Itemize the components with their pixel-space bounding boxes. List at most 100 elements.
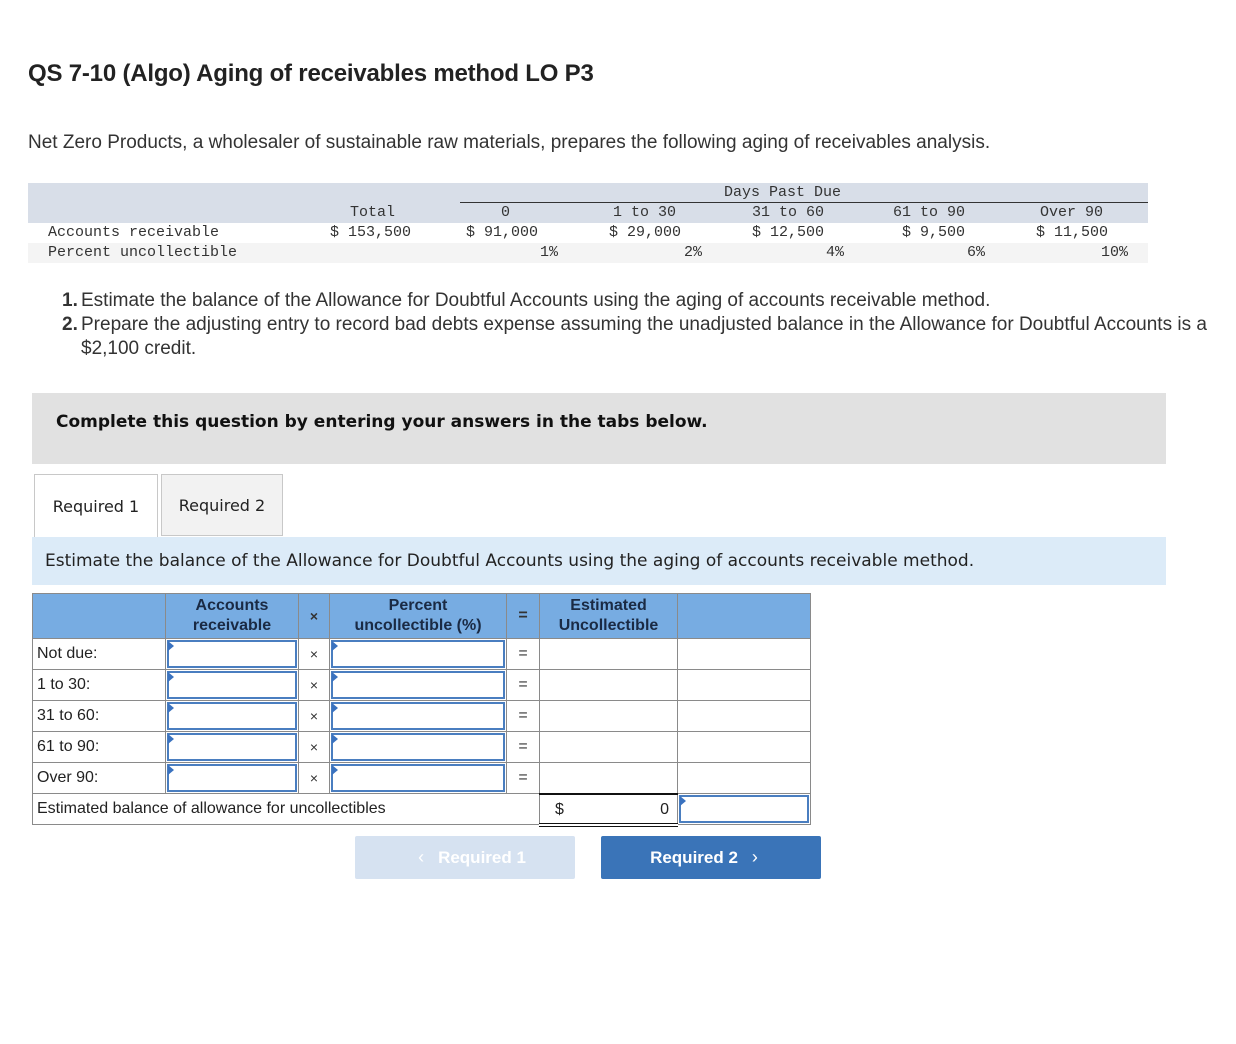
chevron-left-icon: ‹ (418, 847, 425, 867)
requirement-prompt: Estimate the balance of the Allowance fo… (32, 537, 1166, 585)
ar-1-30: $ 29,000 (609, 224, 682, 241)
task-text: Estimate the balance of the Allowance fo… (81, 290, 991, 311)
tab-required-1[interactable]: Required 1 (34, 474, 158, 537)
header-extra (677, 593, 811, 639)
row-label: 61 to 90: (32, 731, 166, 763)
estimated-cell (539, 638, 678, 670)
header-blank (32, 593, 166, 639)
equals-sign: = (506, 638, 540, 670)
pct-cell (329, 762, 507, 794)
task-list: 1. Estimate the balance of the Allowance… (62, 289, 1212, 361)
header-times: × (298, 593, 330, 639)
question-intro: Net Zero Products, a wholesaler of susta… (28, 132, 991, 153)
col-header-total: Total (350, 204, 396, 221)
col-header-31-60: 31 to 60 (752, 204, 825, 221)
ar-input-not-due[interactable] (169, 642, 295, 666)
equals-sign: = (506, 669, 540, 701)
task-item: 2. Prepare the adjusting entry to record… (62, 313, 1212, 361)
header-equals: = (506, 593, 540, 639)
aging-group-header-row: Days Past Due (28, 183, 1148, 203)
extra-cell (677, 638, 811, 670)
prev-required-1-button[interactable]: ‹ Required 1 (355, 836, 575, 879)
times-sign: × (298, 700, 330, 732)
instruction-text: Complete this question by entering your … (56, 412, 708, 432)
row-label: 1 to 30: (32, 669, 166, 701)
answer-row-not-due: Not due: × = (32, 638, 811, 670)
tab-required-2[interactable]: Required 2 (161, 474, 283, 536)
task-item: 1. Estimate the balance of the Allowance… (62, 289, 1212, 313)
row-label: Over 90: (32, 762, 166, 794)
col-header-0: 0 (501, 204, 511, 221)
question-title: QS 7-10 (Algo) Aging of receivables meth… (28, 60, 594, 87)
pct-cell (329, 669, 507, 701)
times-sign: × (298, 638, 330, 670)
input-flag-icon (332, 641, 338, 651)
ar-total: $ 153,500 (330, 224, 412, 241)
pct-input-wrap (331, 733, 505, 761)
ar-cell (165, 669, 299, 701)
instruction-banner: Complete this question by entering your … (32, 393, 1166, 464)
tab-label: Required 1 (52, 496, 140, 516)
ar-input-wrap (167, 671, 297, 699)
pct-input-61-90[interactable] (333, 735, 503, 759)
times-sign: × (298, 762, 330, 794)
answer-row-31-60: 31 to 60: × = (32, 700, 811, 732)
estimated-cell (539, 731, 678, 763)
pct-input-wrap (331, 702, 505, 730)
ar-input-wrap (167, 640, 297, 668)
answer-table: Accounts receivable × Percent uncollecti… (32, 593, 811, 827)
ar-input-wrap (167, 733, 297, 761)
pct-61-90: 6% (966, 244, 985, 261)
ar-cell (165, 700, 299, 732)
answer-row-1-30: 1 to 30: × = (32, 669, 811, 701)
pct-31-60: 4% (825, 244, 844, 261)
total-input-cell (677, 793, 811, 825)
header-percent-uncollectible: Percent uncollectible (%) (329, 593, 507, 639)
header-text: Accounts receivable (192, 597, 272, 634)
accounts-receivable-row: Accounts receivable $ 153,500 $ 91,000 $… (28, 223, 1148, 243)
requirement-prompt-text: Estimate the balance of the Allowance fo… (45, 551, 975, 571)
ar-cell (165, 638, 299, 670)
ar-input-over-90[interactable] (169, 766, 295, 790)
row-label: 31 to 60: (32, 700, 166, 732)
equals-sign: = (506, 762, 540, 794)
pct-input-not-due[interactable] (333, 642, 503, 666)
ar-61-90: $ 9,500 (902, 224, 966, 241)
answer-row-over-90: Over 90: × = (32, 762, 811, 794)
task-text: Prepare the adjusting entry to record ba… (81, 314, 1207, 359)
days-past-due-header: Days Past Due (724, 184, 842, 201)
ar-input-31-60[interactable] (169, 704, 295, 728)
pct-input-wrap (331, 671, 505, 699)
header-accounts-receivable: Accounts receivable (165, 593, 299, 639)
header-text: Percent uncollectible (%) (354, 597, 482, 634)
aging-table: Days Past Due Total 0 1 to 30 31 to 60 6… (28, 183, 1148, 263)
header-estimated-uncollectible: Estimated Uncollectible (539, 593, 678, 639)
ar-0: $ 91,000 (466, 224, 539, 241)
extra-cell (677, 762, 811, 794)
ar-input-wrap (167, 764, 297, 792)
pct-input-31-60[interactable] (333, 704, 503, 728)
pct-input-over-90[interactable] (333, 766, 503, 790)
pct-input-wrap (331, 764, 505, 792)
percent-uncollectible-row: Percent uncollectible 1% 2% 4% 6% 10% (28, 243, 1148, 263)
prev-button-label: Required 1 (438, 847, 526, 867)
answer-row-61-90: 61 to 90: × = (32, 731, 811, 763)
input-flag-icon (168, 734, 174, 744)
total-input[interactable] (681, 797, 807, 821)
times-sign: × (298, 731, 330, 763)
ar-input-1-30[interactable] (169, 673, 295, 697)
input-flag-icon (332, 672, 338, 682)
input-flag-icon (168, 672, 174, 682)
equals-sign: = (506, 731, 540, 763)
col-header-1-30: 1 to 30 (613, 204, 677, 221)
row-label: Percent uncollectible (48, 244, 238, 261)
col-header-over-90: Over 90 (1040, 204, 1104, 221)
task-number: 2. (62, 314, 78, 335)
next-required-2-button[interactable]: Required 2 › (601, 836, 821, 879)
chevron-right-icon: › (751, 847, 758, 867)
row-label: Accounts receivable (48, 224, 220, 241)
task-number: 1. (62, 290, 78, 311)
ar-input-61-90[interactable] (169, 735, 295, 759)
input-flag-icon (168, 765, 174, 775)
pct-input-1-30[interactable] (333, 673, 503, 697)
